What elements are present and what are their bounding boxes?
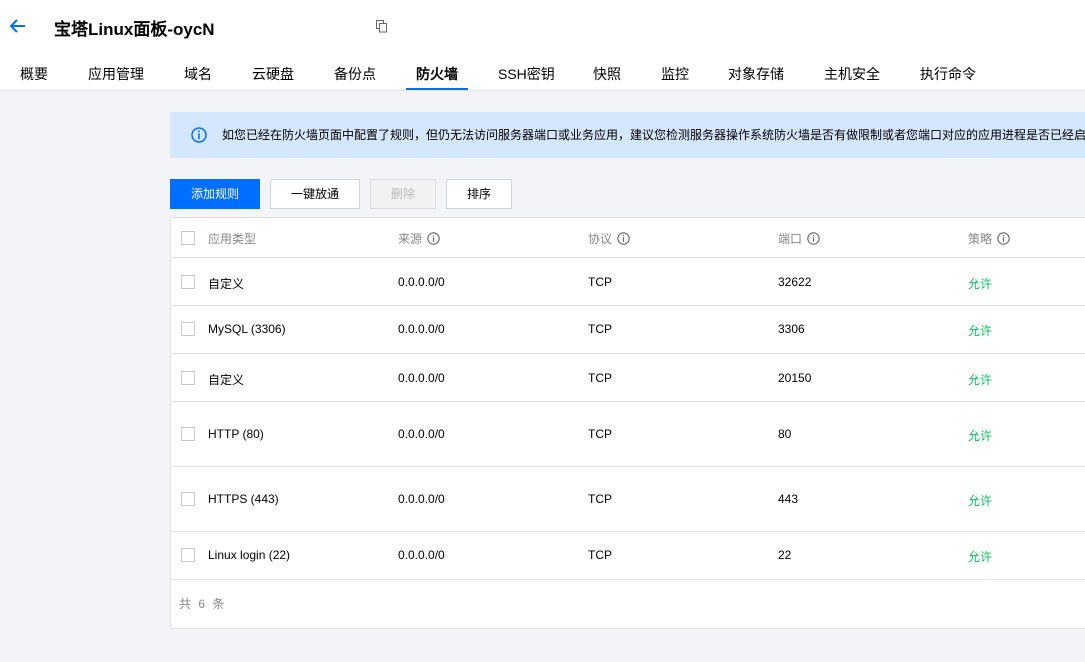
cell-port: 443 xyxy=(778,492,799,506)
help-icon[interactable] xyxy=(617,232,630,245)
tab-object-storage[interactable]: 对象存储 xyxy=(728,60,784,90)
tab-monitoring[interactable]: 监控 xyxy=(661,60,689,90)
cell-port: 80 xyxy=(778,427,792,441)
tab-cloud-disk[interactable]: 云硬盘 xyxy=(252,60,294,90)
tab-app-management[interactable]: 应用管理 xyxy=(88,60,144,90)
tab-snapshots[interactable]: 快照 xyxy=(593,60,621,90)
table-row: HTTPS (443) 0.0.0.0/0 TCP 443 允许 xyxy=(171,467,1085,532)
cell-port: 20150 xyxy=(778,371,812,385)
rules-table: 应用类型 来源 协议 端口 策略 自定义 0.0.0.0/0 TCP 32622… xyxy=(170,217,1085,629)
cell-policy: 允许 xyxy=(968,324,993,338)
row-checkbox[interactable] xyxy=(181,492,195,506)
arrow-left-icon[interactable] xyxy=(8,16,28,36)
cell-app-type: 自定义 xyxy=(208,373,245,387)
help-icon[interactable] xyxy=(807,232,820,245)
table-row: 自定义 0.0.0.0/0 TCP 20150 允许 xyxy=(171,354,1085,402)
cell-policy: 允许 xyxy=(968,373,993,387)
cell-source: 0.0.0.0/0 xyxy=(398,548,445,562)
tab-firewall[interactable]: 防火墙 xyxy=(406,60,468,90)
notice-text: 如您已经在防火墙页面中配置了规则，但仍无法访问服务器端口或业务应用，建议您检测服… xyxy=(222,128,1085,142)
top-bar: 宝塔Linux面板-oycN 概要 应用管理 域名 云硬盘 备份点 防火墙 SS… xyxy=(0,0,1085,91)
table-row: Linux login (22) 0.0.0.0/0 TCP 22 允许 xyxy=(171,532,1085,580)
page-title: 宝塔Linux面板-oycN xyxy=(54,20,215,39)
tab-domains[interactable]: 域名 xyxy=(184,60,212,90)
cell-port: 22 xyxy=(778,548,792,562)
cell-source: 0.0.0.0/0 xyxy=(398,275,445,289)
table-header: 应用类型 来源 协议 端口 策略 xyxy=(171,218,1085,258)
cell-policy: 允许 xyxy=(968,494,993,508)
one-click-open-button[interactable]: 一键放通 xyxy=(270,179,360,209)
column-header-app-type: 应用类型 xyxy=(208,232,257,246)
sort-button[interactable]: 排序 xyxy=(446,179,512,209)
table-row: MySQL (3306) 0.0.0.0/0 TCP 3306 允许 xyxy=(171,306,1085,354)
column-header-port: 端口 xyxy=(778,230,820,247)
column-header-protocol: 协议 xyxy=(588,230,630,247)
delete-button[interactable]: 删除 xyxy=(370,179,436,209)
column-header-policy: 策略 xyxy=(968,230,1010,247)
row-checkbox[interactable] xyxy=(181,275,195,289)
row-checkbox[interactable] xyxy=(181,371,195,385)
tab-ssh-keys[interactable]: SSH密钥 xyxy=(498,60,555,90)
cell-app-type: HTTPS (443) xyxy=(208,492,279,506)
cell-app-type: 自定义 xyxy=(208,277,245,291)
cell-policy: 允许 xyxy=(968,429,993,443)
tab-backup-points[interactable]: 备份点 xyxy=(334,60,376,90)
table-row: HTTP (80) 0.0.0.0/0 TCP 80 允许 xyxy=(171,402,1085,467)
notice-banner: 如您已经在防火墙页面中配置了规则，但仍无法访问服务器端口或业务应用，建议您检测服… xyxy=(170,112,1085,158)
tab-overview[interactable]: 概要 xyxy=(20,60,48,90)
select-all-checkbox[interactable] xyxy=(181,231,195,245)
tab-bar: 概要 应用管理 域名 云硬盘 备份点 防火墙 SSH密钥 快照 监控 对象存储 … xyxy=(0,60,1085,90)
row-checkbox[interactable] xyxy=(181,427,195,441)
row-checkbox[interactable] xyxy=(181,548,195,562)
cell-policy: 允许 xyxy=(968,277,993,291)
cell-protocol: TCP xyxy=(588,275,612,289)
cell-source: 0.0.0.0/0 xyxy=(398,371,445,385)
tab-host-security[interactable]: 主机安全 xyxy=(824,60,880,90)
cell-policy: 允许 xyxy=(968,550,993,564)
cell-source: 0.0.0.0/0 xyxy=(398,427,445,441)
add-rule-button[interactable]: 添加规则 xyxy=(170,179,260,209)
column-header-source: 来源 xyxy=(398,230,440,247)
total-count: 共 6 条 xyxy=(179,597,227,611)
table-row: 自定义 0.0.0.0/0 TCP 32622 允许 xyxy=(171,258,1085,306)
row-checkbox[interactable] xyxy=(181,322,195,336)
help-icon[interactable] xyxy=(427,232,440,245)
cell-protocol: TCP xyxy=(588,492,612,506)
cell-port: 3306 xyxy=(778,322,805,336)
cell-protocol: TCP xyxy=(588,427,612,441)
cell-app-type: HTTP (80) xyxy=(208,427,264,441)
help-icon[interactable] xyxy=(997,232,1010,245)
cell-source: 0.0.0.0/0 xyxy=(398,322,445,336)
cell-port: 32622 xyxy=(778,275,812,289)
info-icon xyxy=(191,127,207,143)
cell-app-type: MySQL (3306) xyxy=(208,322,286,336)
cell-protocol: TCP xyxy=(588,322,612,336)
copy-icon[interactable] xyxy=(376,20,388,33)
cell-protocol: TCP xyxy=(588,548,612,562)
cell-source: 0.0.0.0/0 xyxy=(398,492,445,506)
cell-app-type: Linux login (22) xyxy=(208,548,291,562)
cell-protocol: TCP xyxy=(588,371,612,385)
tab-run-command[interactable]: 执行命令 xyxy=(920,60,976,90)
